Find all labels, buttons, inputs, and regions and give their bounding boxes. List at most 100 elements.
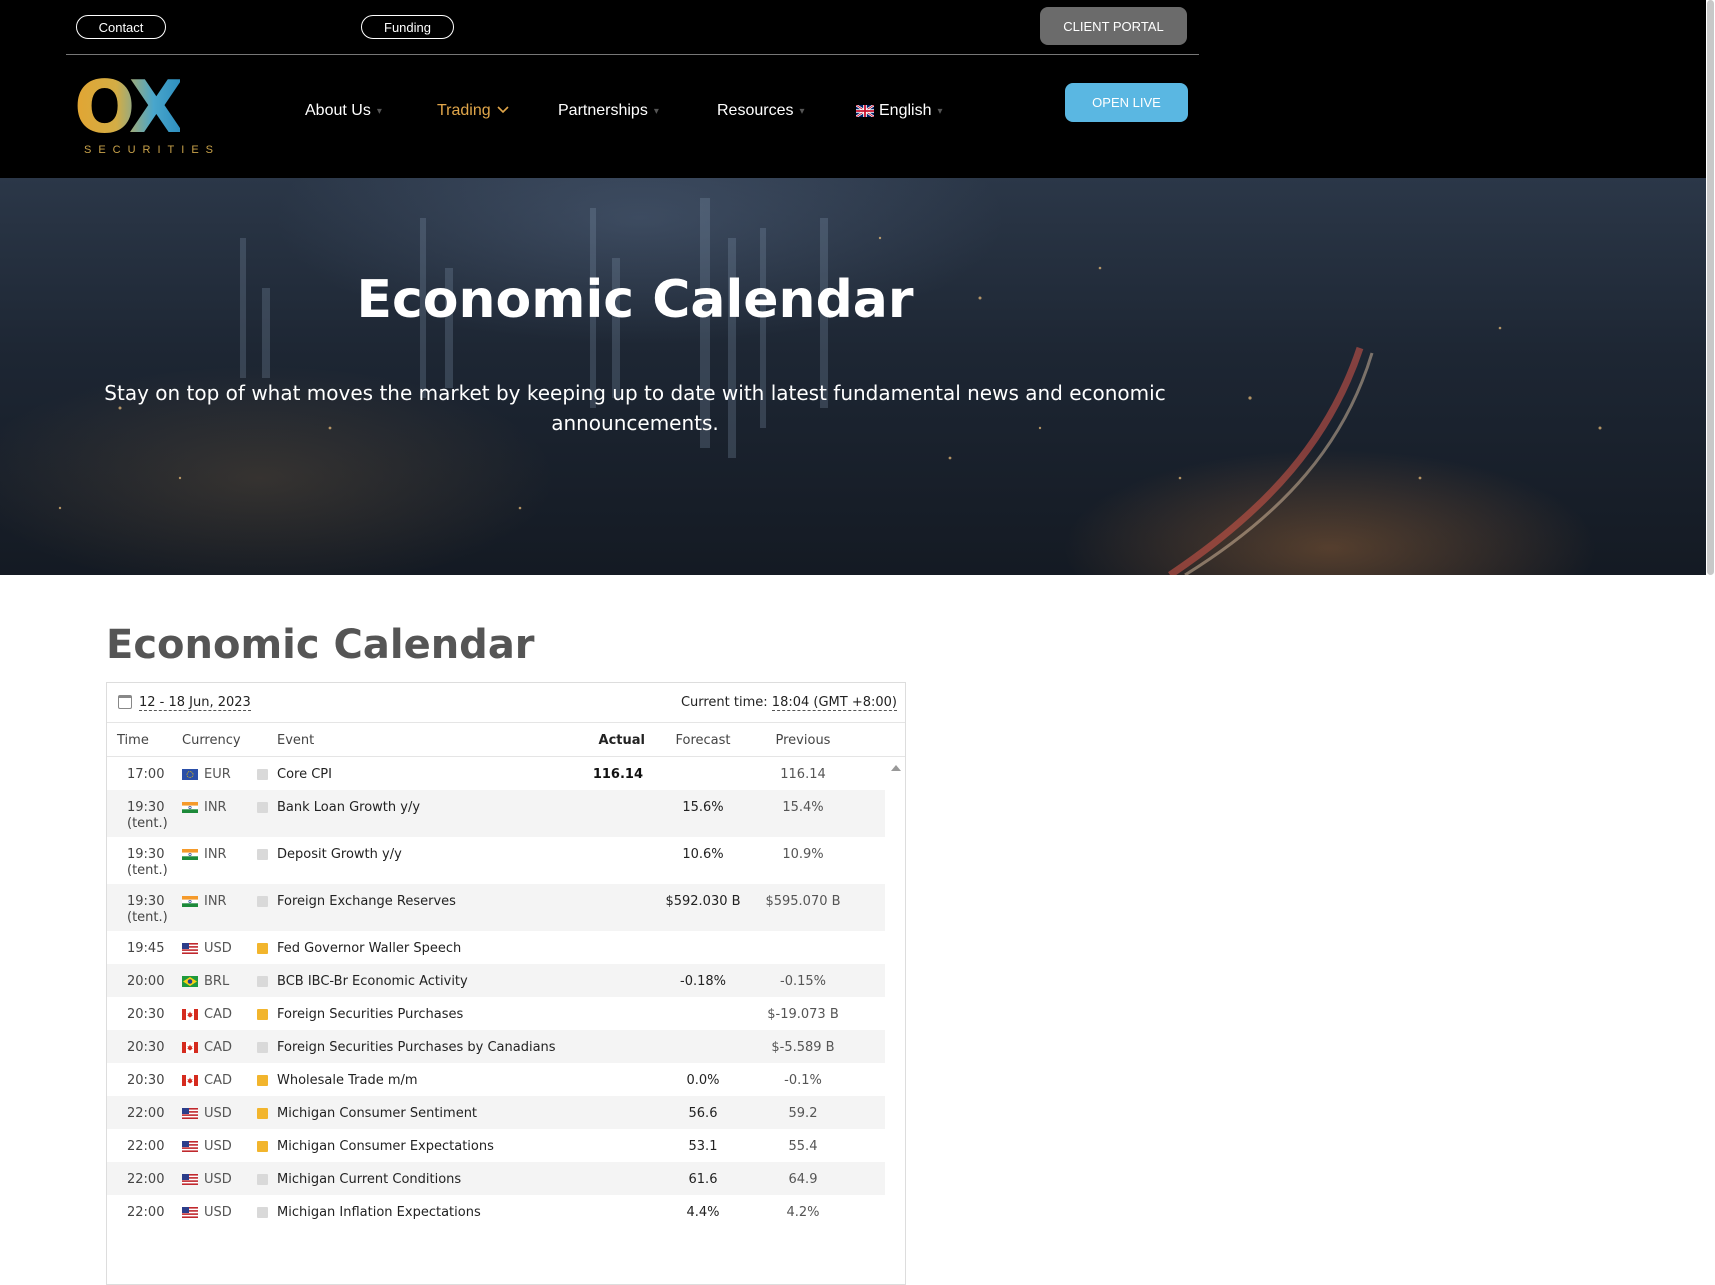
row-previous: 15.4% xyxy=(782,800,824,815)
importance-low-icon xyxy=(257,849,268,860)
row-event[interactable]: Michigan Inflation Expectations xyxy=(277,1205,481,1220)
row-event[interactable]: Bank Loan Growth y/y xyxy=(277,800,420,815)
importance-low-icon xyxy=(257,802,268,813)
row-event[interactable]: Fed Governor Waller Speech xyxy=(277,941,461,956)
ox-securities-logo[interactable]: OX SECURITIES xyxy=(74,65,230,160)
table-row[interactable]: 20:00 BRL BCB IBC-Br Economic Activity -0.1… xyxy=(107,964,885,997)
hero-title: Economic Calendar xyxy=(356,270,914,330)
hero-background-image xyxy=(58,198,1602,575)
row-time-tentative: (tent.) xyxy=(127,863,168,878)
row-currency: INR xyxy=(204,847,227,862)
table-row[interactable]: 19:30 (tent.) INR Bank Loan Growth y/y 15.6%… xyxy=(107,790,885,837)
logo-subtitle: SECURITIES xyxy=(84,144,221,156)
row-forecast: -0.18% xyxy=(680,974,726,989)
nav-partnerships[interactable]: Partnerships ▾ xyxy=(558,102,659,120)
row-previous: 116.14 xyxy=(780,767,826,782)
uk-flag-icon xyxy=(856,105,874,117)
table-row[interactable]: 19:30 (tent.) INR Deposit Growth y/y 10.6% 10… xyxy=(107,837,885,884)
row-event[interactable]: Core CPI xyxy=(277,767,332,782)
importance-low-icon xyxy=(257,1042,268,1053)
nav-label: English xyxy=(879,102,932,119)
scroll-up-arrow-icon[interactable] xyxy=(891,765,901,771)
importance-low-icon xyxy=(257,896,268,907)
timezone-selector[interactable]: 18:04 (GMT +8:00) xyxy=(771,695,897,711)
canada-flag-icon xyxy=(182,1075,198,1086)
row-event[interactable]: Foreign Securities Purchases by Canadian… xyxy=(277,1040,556,1055)
nav-language-english[interactable]: English ▾ xyxy=(856,102,943,120)
page-scrollbar-thumb[interactable] xyxy=(1707,0,1714,575)
hero-banner: Economic Calendar Stay on top of what mo… xyxy=(0,178,1706,575)
table-row[interactable]: 22:00 USD Michigan Consumer Sentiment 56.6 5… xyxy=(107,1096,885,1129)
chevron-down-icon xyxy=(497,105,509,117)
canada-flag-icon xyxy=(182,1009,198,1020)
row-time-value: 19:30 xyxy=(127,800,165,815)
row-time: 20:30 xyxy=(127,1040,164,1056)
row-time: 19:30 (tent.) xyxy=(127,847,168,879)
nav-label: About Us xyxy=(305,102,371,119)
header-divider xyxy=(66,54,1199,55)
row-event[interactable]: Foreign Exchange Reserves xyxy=(277,894,456,909)
row-previous: $595.070 B xyxy=(765,894,841,909)
date-range-selector[interactable]: 12 - 18 Jun, 2023 xyxy=(139,695,251,711)
hero-subtitle: Stay on top of what moves the market by … xyxy=(104,381,1166,435)
importance-medium-icon xyxy=(257,1108,268,1119)
row-time-value: 20:30 xyxy=(127,1007,165,1022)
nav-resources[interactable]: Resources ▾ xyxy=(717,102,805,120)
table-row[interactable]: 22:00 USD Michigan Current Conditions 61.6 6… xyxy=(107,1162,885,1195)
row-time: 17:00 xyxy=(127,767,164,783)
row-event[interactable]: Michigan Current Conditions xyxy=(277,1172,461,1187)
row-time: 22:00 xyxy=(127,1172,164,1188)
column-header-forecast: Forecast xyxy=(675,733,731,748)
row-previous: 64.9 xyxy=(788,1172,818,1187)
section-title: Economic Calendar xyxy=(106,622,535,668)
table-row[interactable]: 20:30 CAD Foreign Securities Purchases $-19… xyxy=(107,997,885,1030)
row-time: 20:30 xyxy=(127,1007,164,1023)
column-header-event: Event xyxy=(277,733,315,748)
row-event[interactable]: Michigan Consumer Expectations xyxy=(277,1139,494,1154)
row-previous: $-5.589 B xyxy=(771,1040,835,1055)
open-live-button[interactable]: OPEN LIVE xyxy=(1065,83,1188,122)
row-previous: -0.15% xyxy=(780,974,826,989)
client-portal-button[interactable]: CLIENT PORTAL xyxy=(1040,7,1187,45)
row-time: 22:00 xyxy=(127,1205,164,1221)
row-event[interactable]: BCB IBC-Br Economic Activity xyxy=(277,974,468,989)
eu-flag-icon xyxy=(182,769,198,780)
india-flag-icon xyxy=(182,802,198,813)
nav-about-us[interactable]: About Us ▾ xyxy=(305,102,382,120)
current-time-label: Current time: xyxy=(680,695,768,710)
row-time: 20:30 xyxy=(127,1073,164,1089)
row-previous: 10.9% xyxy=(782,847,824,862)
calendar-icon[interactable] xyxy=(118,695,132,709)
canada-flag-icon xyxy=(182,1042,198,1053)
row-event[interactable]: Michigan Consumer Sentiment xyxy=(277,1106,477,1121)
nav-label: Partnerships xyxy=(558,102,648,119)
table-row[interactable]: 19:30 (tent.) INR Foreign Exchange Reserves… xyxy=(107,884,885,931)
row-forecast: 0.0% xyxy=(686,1073,720,1088)
table-row[interactable]: 17:00 EUR Core CPI 116.14 116.14 xyxy=(107,757,885,790)
table-row[interactable]: 20:30 CAD Foreign Securities Purchases by … xyxy=(107,1030,885,1063)
table-row[interactable]: 22:00 USD Michigan Inflation Expectations 4… xyxy=(107,1195,885,1228)
row-event[interactable]: Deposit Growth y/y xyxy=(277,847,402,862)
row-time-value: 19:30 xyxy=(127,894,165,909)
page-scrollbar[interactable] xyxy=(1706,0,1715,1285)
contact-button[interactable]: Contact xyxy=(76,15,166,39)
row-previous: 59.2 xyxy=(788,1106,818,1121)
table-row[interactable]: 20:30 CAD Wholesale Trade m/m 0.0% -0.1% xyxy=(107,1063,885,1096)
nav-trading[interactable]: Trading xyxy=(437,102,509,120)
row-time-tentative: (tent.) xyxy=(127,910,168,925)
row-previous: $-19.073 B xyxy=(767,1007,839,1022)
funding-button[interactable]: Funding xyxy=(361,15,454,39)
row-currency: USD xyxy=(204,1205,232,1220)
row-event[interactable]: Foreign Securities Purchases xyxy=(277,1007,463,1022)
row-time-value: 19:45 xyxy=(127,941,165,956)
row-currency: CAD xyxy=(204,1040,232,1055)
table-row[interactable]: 19:45 USD Fed Governor Waller Speech xyxy=(107,931,885,964)
table-row[interactable]: 22:00 USD Michigan Consumer Expectations 53… xyxy=(107,1129,885,1162)
row-event[interactable]: Wholesale Trade m/m xyxy=(277,1073,418,1088)
economic-calendar-widget: 12 - 18 Jun, 2023 Current time: 18:04 (G… xyxy=(106,682,906,1285)
chevron-down-icon: ▾ xyxy=(653,105,659,117)
us-flag-icon xyxy=(182,1174,198,1185)
chevron-down-icon: ▾ xyxy=(376,105,382,117)
row-currency: USD xyxy=(204,1172,232,1187)
column-header-actual: Actual xyxy=(598,733,645,748)
